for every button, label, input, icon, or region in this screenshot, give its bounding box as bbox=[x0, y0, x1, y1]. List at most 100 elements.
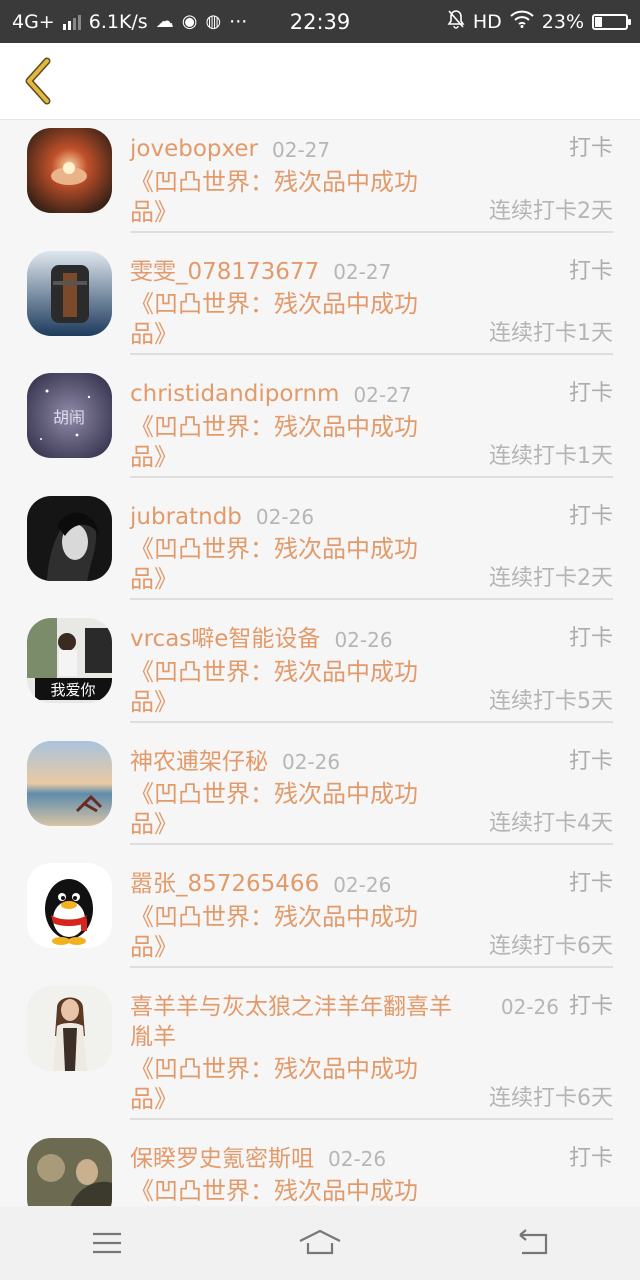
list-item[interactable]: jubratndb 02-26 打卡 《凹凸世界：残次品中成功品》 连续打卡2天 bbox=[0, 488, 640, 611]
item-content: 神农逋架仔秘 02-26 打卡 《凹凸世界：残次品中成功品》 连续打卡4天 bbox=[130, 747, 613, 845]
item-date: 02-26 bbox=[500, 994, 559, 1019]
list-item[interactable]: 神农逋架仔秘 02-26 打卡 《凹凸世界：残次品中成功品》 连续打卡4天 bbox=[0, 733, 640, 856]
menu-icon bbox=[92, 1232, 121, 1254]
wifi-icon bbox=[510, 10, 534, 33]
chevron-left-icon bbox=[25, 57, 51, 105]
battery-level bbox=[595, 16, 602, 27]
list-item[interactable]: 我爱你 vrcas噼e智能设备 02-26 打卡 《凹凸世界：残次品中成功品》 连… bbox=[0, 610, 640, 733]
avatar[interactable]: 我爱你 bbox=[27, 618, 112, 703]
item-date: 02-26 bbox=[282, 750, 341, 774]
item-date: 02-27 bbox=[353, 382, 412, 407]
chat-icon: ◉ bbox=[181, 11, 198, 32]
user-name[interactable]: 神农逋架仔秘 bbox=[130, 749, 268, 775]
network-speed: 6.1K/s bbox=[88, 10, 148, 33]
user-name[interactable]: jovebopxer bbox=[130, 136, 258, 162]
streak-count: 连续打卡2天 bbox=[489, 566, 613, 591]
streak-count: 连续打卡4天 bbox=[489, 811, 613, 836]
streak-count: 连续打卡5天 bbox=[489, 688, 613, 714]
checkin-label: 打卡 bbox=[568, 748, 613, 774]
status-left: 4G+ 6.1K/s ☁ ◉ ◍ ··· bbox=[12, 11, 247, 33]
avatar-caption: 胡闹 bbox=[53, 408, 85, 427]
streak-count: 连续打卡6天 bbox=[489, 1085, 613, 1111]
user-name[interactable]: vrcas噼e智能设备 bbox=[130, 626, 320, 652]
item-content: 喜羊羊与灰太狼之沣羊年翻喜羊胤羊 02-26 打卡 《凹凸世界：残次品中成功品》… bbox=[130, 992, 613, 1120]
avatar[interactable] bbox=[27, 128, 112, 213]
avatar[interactable] bbox=[27, 250, 112, 336]
cloud-icon: ☁ bbox=[155, 11, 174, 32]
item-content: vrcas噼e智能设备 02-26 打卡 《凹凸世界：残次品中成功品》 连续打卡5… bbox=[130, 624, 613, 723]
book-title[interactable]: 《凹凸世界：残次品中成功品》 bbox=[130, 657, 440, 717]
battery-icon bbox=[592, 13, 631, 30]
list-item[interactable]: 嚣张_857265466 02-26 打卡 《凹凸世界：残次品中成功品》 连续打卡… bbox=[0, 855, 640, 978]
avatar[interactable] bbox=[27, 863, 112, 948]
list-item[interactable]: 雯雯_078173677 02-27 打卡 《凹凸世界：残次品中成功品》 连续打卡… bbox=[0, 243, 640, 366]
hd-label: HD bbox=[472, 10, 502, 33]
item-date: 02-26 bbox=[328, 1147, 387, 1171]
more-indicator: ··· bbox=[229, 10, 248, 33]
avatar[interactable] bbox=[27, 740, 112, 826]
item-date: 02-27 bbox=[333, 260, 392, 284]
list-item[interactable]: 喜羊羊与灰太狼之沣羊年翻喜羊胤羊 02-26 打卡 《凹凸世界：残次品中成功品》… bbox=[0, 978, 640, 1130]
book-title[interactable]: 《凹凸世界：残次品中成功品》 bbox=[130, 534, 440, 594]
checkin-label: 打卡 bbox=[568, 258, 613, 284]
streak-count: 连续打卡1天 bbox=[489, 321, 613, 346]
checkin-label: 打卡 bbox=[568, 993, 613, 1019]
checkin-label: 打卡 bbox=[568, 871, 613, 896]
checkin-label: 打卡 bbox=[568, 381, 613, 406]
checkin-label: 打卡 bbox=[568, 503, 613, 529]
streak-count: 连续打卡2天 bbox=[489, 198, 613, 224]
item-date: 02-26 bbox=[333, 872, 392, 897]
streak-count: 连续打卡1天 bbox=[489, 443, 613, 469]
status-right: HD 23% bbox=[447, 9, 631, 34]
book-title[interactable]: 《凹凸世界：残次品中成功品》 bbox=[130, 1054, 440, 1114]
mute-bell-icon bbox=[447, 9, 465, 34]
avatar[interactable] bbox=[27, 1137, 112, 1206]
item-date: 02-27 bbox=[272, 137, 331, 162]
book-title[interactable]: 《凹凸世界：残次品中成功品》 bbox=[130, 902, 440, 962]
system-nav-bar bbox=[0, 1206, 640, 1280]
clock: 22:39 bbox=[289, 9, 351, 34]
user-name[interactable]: jubratndb bbox=[130, 504, 242, 530]
item-content: jovebopxer 02-27 打卡 《凹凸世界：残次品中成功品》 连续打卡2天 bbox=[130, 134, 613, 233]
back-arrow-icon bbox=[519, 1229, 548, 1255]
list-item[interactable]: 保睽罗史氪密斯咀 02-26 打卡 《凹凸世界：残次品中成功品》 bbox=[0, 1130, 640, 1207]
streak-count: 连续打卡6天 bbox=[489, 933, 613, 959]
book-title[interactable]: 《凹凸世界：残次品中成功品》 bbox=[130, 167, 440, 227]
network-type: 4G+ bbox=[12, 10, 55, 33]
user-name[interactable]: 雯雯_078173677 bbox=[130, 259, 319, 285]
item-date: 02-26 bbox=[255, 505, 315, 529]
item-content: christidandipornm 02-27 打卡 《凹凸世界：残次品中成功品》… bbox=[130, 379, 613, 478]
back-nav-button[interactable] bbox=[503, 1221, 563, 1265]
checkin-label: 打卡 bbox=[568, 626, 613, 651]
menu-button[interactable] bbox=[77, 1221, 137, 1265]
item-content: jubratndb 02-26 打卡 《凹凸世界：残次品中成功品》 连续打卡2天 bbox=[130, 502, 613, 600]
browser-icon: ◍ bbox=[205, 11, 222, 32]
checkin-list[interactable]: jovebopxer 02-27 打卡 《凹凸世界：残次品中成功品》 连续打卡2天… bbox=[0, 120, 640, 1206]
item-content: 雯雯_078173677 02-27 打卡 《凹凸世界：残次品中成功品》 连续打卡… bbox=[130, 257, 613, 355]
checkin-label: 打卡 bbox=[568, 136, 613, 161]
user-name[interactable]: christidandipornm bbox=[130, 381, 339, 407]
avatar[interactable] bbox=[27, 495, 112, 581]
home-icon bbox=[299, 1229, 341, 1255]
item-content: 保睽罗史氪密斯咀 02-26 打卡 《凹凸世界：残次品中成功品》 bbox=[130, 1144, 613, 1207]
checkin-label: 打卡 bbox=[568, 1145, 613, 1171]
item-date: 02-26 bbox=[334, 627, 393, 652]
book-title[interactable]: 《凹凸世界：残次品中成功品》 bbox=[130, 779, 440, 839]
avatar[interactable]: 胡闹 bbox=[27, 373, 112, 458]
book-title[interactable]: 《凹凸世界：残次品中成功品》 bbox=[130, 412, 440, 472]
list-item[interactable]: jovebopxer 02-27 打卡 《凹凸世界：残次品中成功品》 连续打卡2天 bbox=[0, 120, 640, 243]
user-name[interactable]: 喜羊羊与灰太狼之沣羊年翻喜羊胤羊 bbox=[130, 992, 460, 1052]
avatar[interactable] bbox=[27, 985, 112, 1071]
book-title[interactable]: 《凹凸世界：残次品中成功品》 bbox=[130, 289, 440, 349]
status-bar: 4G+ 6.1K/s ☁ ◉ ◍ ··· 22:39 HD 23% bbox=[0, 0, 640, 43]
list-item[interactable]: 胡闹 christidandipornm 02-27 打卡 《凹凸世界：残次品中成… bbox=[0, 365, 640, 488]
app-header bbox=[0, 43, 640, 120]
back-button[interactable] bbox=[14, 57, 62, 105]
user-name[interactable]: 嚣张_857265466 bbox=[130, 871, 319, 897]
avatar-caption: 我爱你 bbox=[50, 681, 95, 699]
item-content: 嚣张_857265466 02-26 打卡 《凹凸世界：残次品中成功品》 连续打卡… bbox=[130, 869, 613, 968]
home-button[interactable] bbox=[290, 1221, 350, 1265]
signal-icon bbox=[62, 14, 81, 30]
user-name[interactable]: 保睽罗史氪密斯咀 bbox=[130, 1146, 314, 1172]
book-title[interactable]: 《凹凸世界：残次品中成功品》 bbox=[130, 1176, 440, 1206]
